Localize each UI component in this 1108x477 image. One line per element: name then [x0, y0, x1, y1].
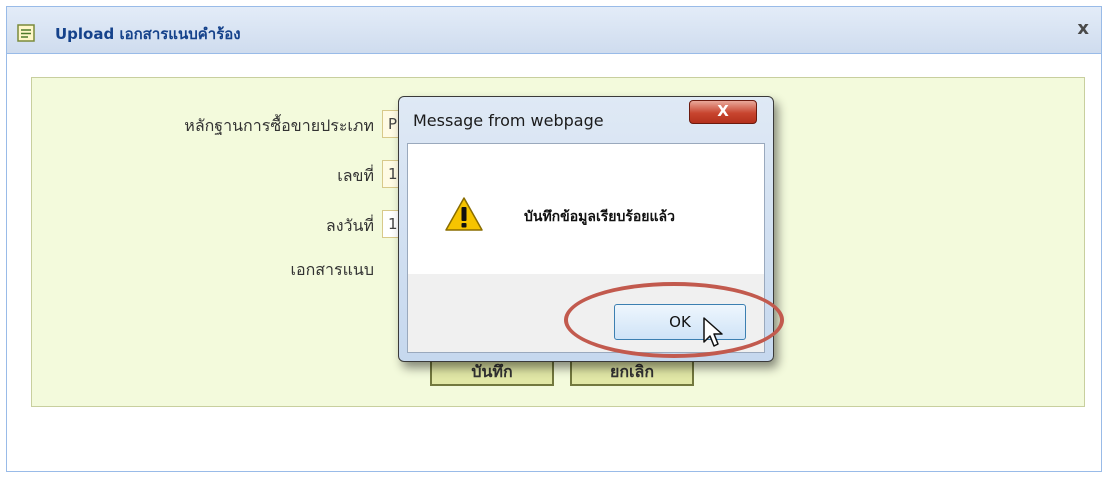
panel-header: Upload เอกสารแนบคำร้อง x	[7, 7, 1101, 54]
attachment-label: เอกสารแนบ	[290, 260, 374, 279]
warning-icon	[445, 197, 483, 231]
dialog-close-button[interactable]: X	[689, 100, 757, 124]
dialog-content: บันทึกข้อมูลเรียบร้อยแล้ว	[408, 144, 764, 274]
mouse-cursor-icon	[703, 317, 723, 347]
save-button[interactable]: บันทึก	[430, 358, 554, 386]
cancel-button[interactable]: ยกเลิก	[570, 358, 694, 386]
panel-close-button[interactable]: x	[1077, 18, 1089, 39]
number-label: เลขที่	[337, 166, 374, 185]
date-label: ลงวันที่	[325, 216, 374, 235]
dialog-title: Message from webpage	[413, 111, 604, 130]
purchase-type-label: หลักฐานการซื้อขายประเภท	[184, 116, 374, 135]
highlight-ring	[564, 282, 784, 358]
document-icon	[17, 24, 35, 42]
dialog-message: บันทึกข้อมูลเรียบร้อยแล้ว	[524, 209, 675, 225]
panel-title: Upload เอกสารแนบคำร้อง	[55, 25, 241, 43]
